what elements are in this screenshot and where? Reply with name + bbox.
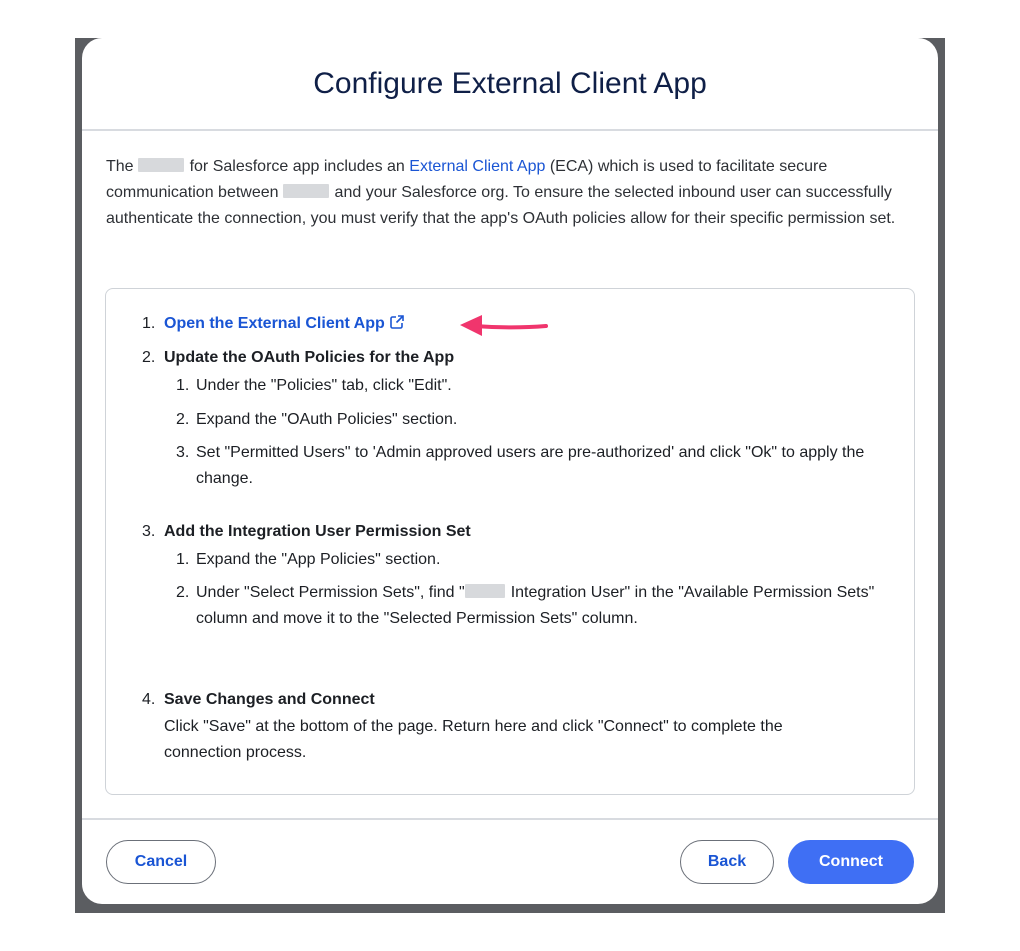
footer-divider	[82, 818, 938, 820]
cancel-button[interactable]: Cancel	[106, 840, 216, 884]
intro-text-1: The	[106, 158, 134, 175]
step-3: 3. Add the Integration User Permission Se…	[142, 519, 902, 545]
step-2-sub-2: 2. Expand the "OAuth Policies" section.	[176, 411, 458, 428]
redacted-app-name	[282, 184, 329, 198]
back-button[interactable]: Back	[680, 840, 774, 884]
modal-header: Configure External Client App	[82, 38, 938, 131]
step-2: 2. Update the OAuth Policies for the App	[142, 345, 902, 371]
step-heading: Update the OAuth Policies for the App	[164, 349, 455, 366]
redacted-app-name	[137, 158, 184, 172]
step-2-sub-1: 1. Under the "Policies" tab, click "Edit"…	[176, 377, 452, 394]
modal-title: Configure External Client App	[313, 66, 707, 100]
step-heading: Save Changes and Connect	[164, 691, 375, 708]
step-number: 1.	[142, 315, 156, 332]
step-3-sub-2: 2. Under "Select Permission Sets", find "…	[176, 584, 875, 627]
step-number: 2.	[142, 349, 156, 366]
intro-text-2: for Salesforce app includes an	[189, 158, 405, 175]
step-number: 4.	[142, 691, 156, 708]
external-client-app-link[interactable]: External Client App	[409, 158, 545, 175]
step-3-sub-1: 1. Expand the "App Policies" section.	[176, 551, 441, 568]
configure-eca-modal: Configure External Client App The for Sal…	[82, 38, 938, 904]
step-2-sub-3: 3. Set "Permitted Users" to 'Admin approv…	[176, 444, 865, 487]
step-number: 3.	[142, 523, 156, 540]
steps-box: 1. Open the External Client App 2. Update …	[105, 288, 915, 795]
step-heading: Add the Integration User Permission Set	[164, 523, 471, 540]
step-4-text: Click "Save" at the bottom of the page. …	[164, 718, 783, 761]
step-4: 4. Save Changes and Connect	[142, 687, 902, 713]
external-link-icon	[389, 315, 404, 329]
arrow-icon	[460, 315, 548, 336]
connect-button[interactable]: Connect	[788, 840, 914, 884]
intro-paragraph: The for Salesforce app includes an Extern…	[106, 154, 918, 232]
open-eca-link[interactable]: Open the External Client App	[164, 315, 405, 332]
redacted-app-name	[464, 584, 505, 598]
